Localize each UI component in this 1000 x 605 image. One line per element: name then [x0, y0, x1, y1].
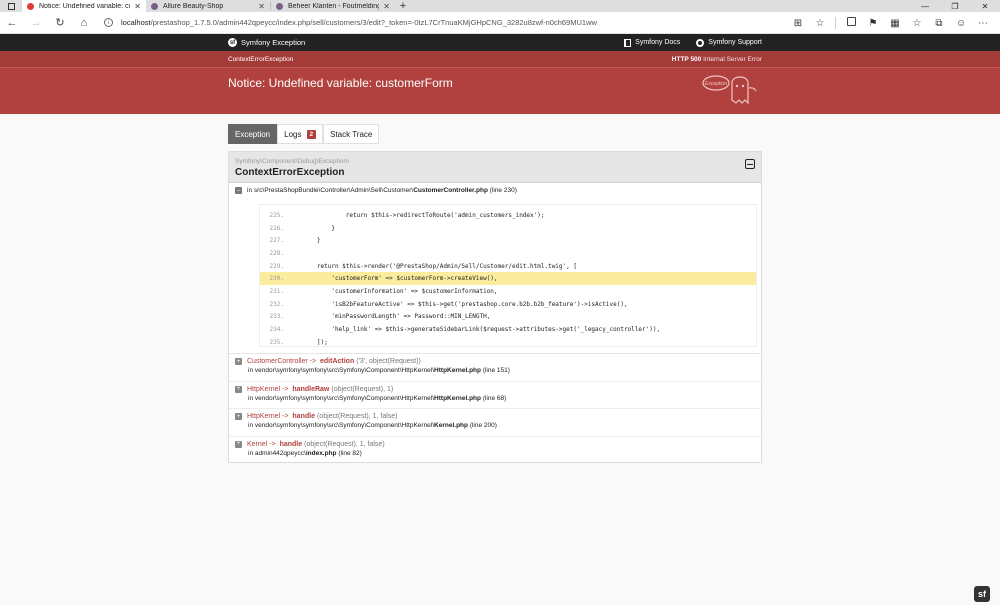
code-line: 228. — [269, 249, 284, 257]
reload-icon[interactable]: ↻ — [48, 16, 72, 29]
close-window-icon[interactable]: ✕ — [970, 0, 1000, 12]
window-controls: — ❐ ✕ — [910, 0, 1000, 12]
symfony-logo-icon: sf — [228, 38, 237, 47]
favorite-icon[interactable]: ☆ — [809, 18, 831, 29]
logs-count-badge: 2 — [306, 129, 317, 139]
code-line: 227. } — [269, 237, 321, 245]
close-tab-icon[interactable]: ✕ — [258, 2, 265, 11]
trace-namespace: Symfony\Component\Debug\Exception\ — [235, 158, 349, 165]
profile-icon[interactable]: ☺ — [950, 18, 972, 29]
symfony-support-link[interactable]: Symfony Support — [696, 38, 762, 47]
tab-title: Beheer Klanten - Foutmelding b — [288, 2, 380, 10]
trace-frame[interactable]: + CustomerController -> editAction ('3', o… — [229, 353, 761, 381]
code-line: 235. ]); — [269, 338, 328, 346]
code-line: 232. 'isB2bFeatureActive' => $this->get(… — [269, 300, 628, 308]
tab-title: Notice: Undefined variable: custo — [39, 2, 130, 10]
url-path: /prestashop_1.7.5.0/admin442qpeycc/index… — [150, 18, 597, 27]
minus-icon[interactable]: – — [235, 187, 242, 194]
book-icon — [624, 38, 632, 47]
url-input[interactable]: i localhost/prestashop_1.7.5.0/admin442q… — [104, 15, 744, 31]
http-status: HTTP 500 Internal Server Error — [671, 56, 762, 63]
symfony-toolbar-icon[interactable]: sf — [974, 586, 990, 602]
exception-class: ContextErrorException — [228, 56, 294, 63]
browser-toolbar-icons: ⊞ ☆ ⚑ ▦ ☆ ⧉ ☺ ⋯ — [787, 12, 994, 34]
collections-icon[interactable]: ⧉ — [928, 18, 950, 29]
maximize-icon[interactable]: ❐ — [940, 0, 970, 12]
browser-tab-strip: Notice: Undefined variable: custo ✕ Allu… — [0, 0, 1000, 12]
close-tab-icon[interactable]: ✕ — [134, 2, 141, 11]
tab-stack-trace[interactable]: Stack Trace — [323, 124, 380, 144]
trace-header: Symfony\Component\Debug\Exception\ Conte… — [229, 152, 761, 183]
plus-icon[interactable]: + — [235, 413, 242, 420]
code-excerpt: 225. return $this->redirectToRoute('admi… — [259, 204, 757, 347]
tab-logs[interactable]: Logs 2 — [277, 124, 324, 144]
grid-icon[interactable]: ▦ — [884, 18, 906, 29]
info-icon[interactable]: i — [104, 18, 113, 27]
plus-icon[interactable]: + — [235, 440, 242, 448]
lifebuoy-icon — [696, 38, 705, 47]
code-line: 231. 'customerInformation' => $customerI… — [269, 287, 498, 295]
trace-frame[interactable]: + HttpKernel -> handle (object(Request), 1… — [229, 408, 761, 436]
tab-title: Allure Beauty-Shop — [163, 2, 224, 10]
trace-frame-list: + CustomerController -> editAction ('3', o… — [229, 353, 761, 463]
read-aloud-icon[interactable]: ⊞ — [787, 18, 809, 29]
trace-class: ContextErrorException — [235, 167, 345, 178]
symfony-docs-link[interactable]: Symfony Docs — [624, 38, 680, 47]
home-icon[interactable]: ⌂ — [72, 17, 96, 29]
code-line-highlighted: 230. 'customerForm' => $customerForm->cr… — [260, 272, 756, 286]
code-line: 229. return $this->render('@PrestaShop/A… — [269, 262, 577, 270]
minimize-icon[interactable]: — — [910, 0, 940, 12]
trace-panel: Symfony\Component\Debug\Exception\ Conte… — [228, 151, 762, 463]
code-line: 226. } — [269, 224, 335, 232]
header-links: Symfony Docs Symfony Support — [608, 34, 762, 51]
address-bar: ← → ↻ ⌂ i localhost/prestashop_1.7.5.0/a… — [0, 12, 1000, 34]
exception-summary: ContextErrorException HTTP 500 Internal … — [0, 51, 1000, 114]
extension-icon[interactable]: ⚑ — [862, 18, 884, 29]
exception-message: Notice: Undefined variable: customerForm — [228, 76, 453, 90]
ghost-illustration-icon: Exception — [702, 75, 757, 105]
tab-actions-icon[interactable] — [0, 0, 22, 12]
more-menu-icon[interactable]: ⋯ — [972, 18, 994, 29]
exception-metadata: ContextErrorException HTTP 500 Internal … — [0, 51, 1000, 68]
symfony-brand: sf Symfony Exception — [228, 34, 305, 51]
trace-frame[interactable]: + Kernel -> handle (object(Request), 1, fa… — [229, 435, 761, 464]
shop-favicon-icon — [151, 2, 158, 10]
new-tab-button[interactable]: + — [395, 0, 411, 12]
forward-icon[interactable]: → — [24, 17, 48, 29]
trace-frame[interactable]: + HttpKernel -> handleRaw (object(Request)… — [229, 380, 761, 409]
symfony-header: sf Symfony Exception Symfony Docs Symfon… — [0, 34, 1000, 51]
browser-tab-1[interactable]: Notice: Undefined variable: custo ✕ — [22, 0, 146, 12]
back-icon[interactable]: ← — [0, 17, 24, 29]
frame-line: (line 230) — [489, 187, 517, 194]
brand-label: Symfony Exception — [241, 38, 306, 47]
exception-tabs: Exception Logs 2 Stack Trace — [228, 124, 380, 144]
collapse-toggle-icon[interactable] — [745, 159, 755, 169]
browser-tab-3[interactable]: Beheer Klanten - Foutmelding b ✕ — [271, 0, 395, 12]
plus-icon[interactable]: + — [235, 358, 242, 365]
close-tab-icon[interactable]: ✕ — [383, 2, 390, 11]
tab-exception[interactable]: Exception — [228, 124, 278, 144]
code-line: 225. return $this->redirectToRoute('admi… — [269, 211, 545, 219]
favorites-list-icon[interactable]: ☆ — [906, 18, 928, 29]
frame-file: CustomerController.php — [413, 187, 488, 194]
ghost-favicon-icon — [27, 2, 34, 10]
browser-tab-2[interactable]: Allure Beauty-Shop ✕ — [146, 0, 270, 12]
ghost-label: Exception — [705, 81, 727, 87]
shop-favicon-icon — [276, 2, 283, 10]
trace-frame-current[interactable]: – in src\PrestaShopBundle\Controller\Adm… — [235, 187, 517, 194]
plus-icon[interactable]: + — [235, 385, 242, 393]
frame-path: in src\PrestaShopBundle\Controller\Admin… — [247, 187, 414, 194]
code-line: 234. 'help_link' => $this->generateSideb… — [269, 326, 661, 334]
help-icon[interactable] — [840, 17, 862, 29]
code-line: 233. 'minPasswordLength' => Password::MI… — [269, 313, 491, 321]
url-host: localhost — [121, 18, 151, 27]
tab-logs-label: Logs — [284, 129, 302, 139]
